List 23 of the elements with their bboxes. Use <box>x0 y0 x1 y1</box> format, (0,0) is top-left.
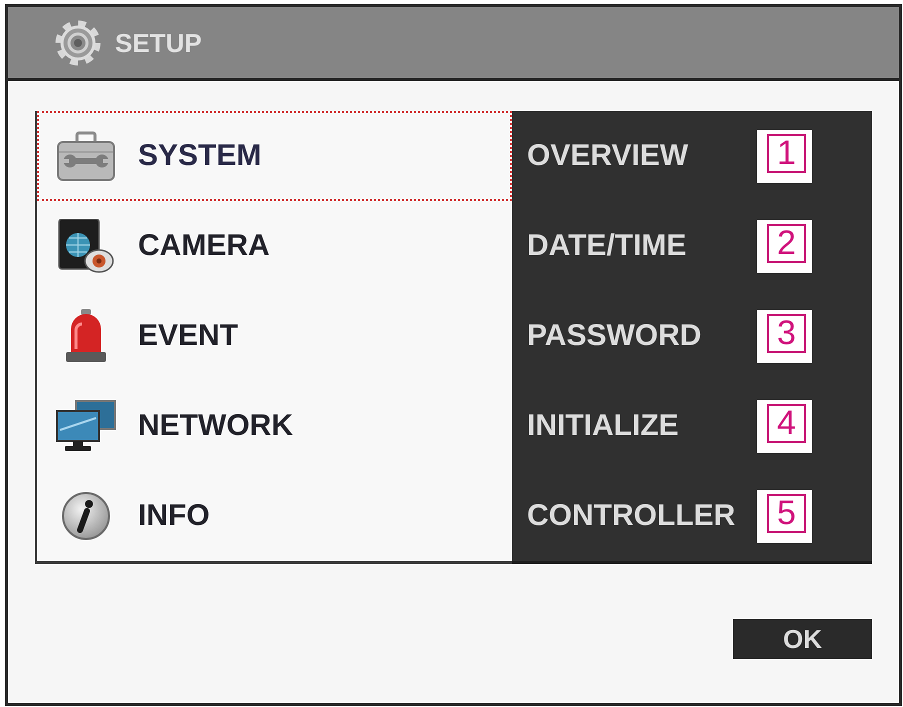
submenu-item[interactable]: CONTROLLER <box>527 501 736 531</box>
window-title: SETUP <box>115 30 202 56</box>
toolbox-icon <box>57 131 115 181</box>
gear-icon <box>55 20 101 66</box>
menu-item[interactable]: INFO <box>37 471 512 561</box>
globe-eye-icon <box>58 219 114 273</box>
callout-number: 5 <box>757 490 812 542</box>
menu-item[interactable]: EVENT <box>37 291 512 381</box>
callout-number: 2 <box>757 220 812 272</box>
ok-button[interactable]: OK <box>733 619 872 659</box>
alarm-light-icon <box>64 309 108 363</box>
submenu-item[interactable]: OVERVIEW <box>527 141 688 171</box>
submenu-item[interactable]: DATE/TIME <box>527 231 686 261</box>
callout-number: 1 <box>757 130 812 182</box>
menu-item[interactable]: NETWORK <box>37 381 512 471</box>
callout-number: 3 <box>757 310 812 362</box>
monitors-icon <box>56 400 116 452</box>
info-icon <box>62 492 110 540</box>
submenu-item[interactable]: INITIALIZE <box>527 411 679 441</box>
menu-item[interactable]: SYSTEM <box>37 111 512 201</box>
callout-number: 4 <box>757 400 812 452</box>
submenu-item[interactable]: PASSWORD <box>527 321 702 351</box>
menu-item[interactable]: CAMERA <box>37 201 512 291</box>
